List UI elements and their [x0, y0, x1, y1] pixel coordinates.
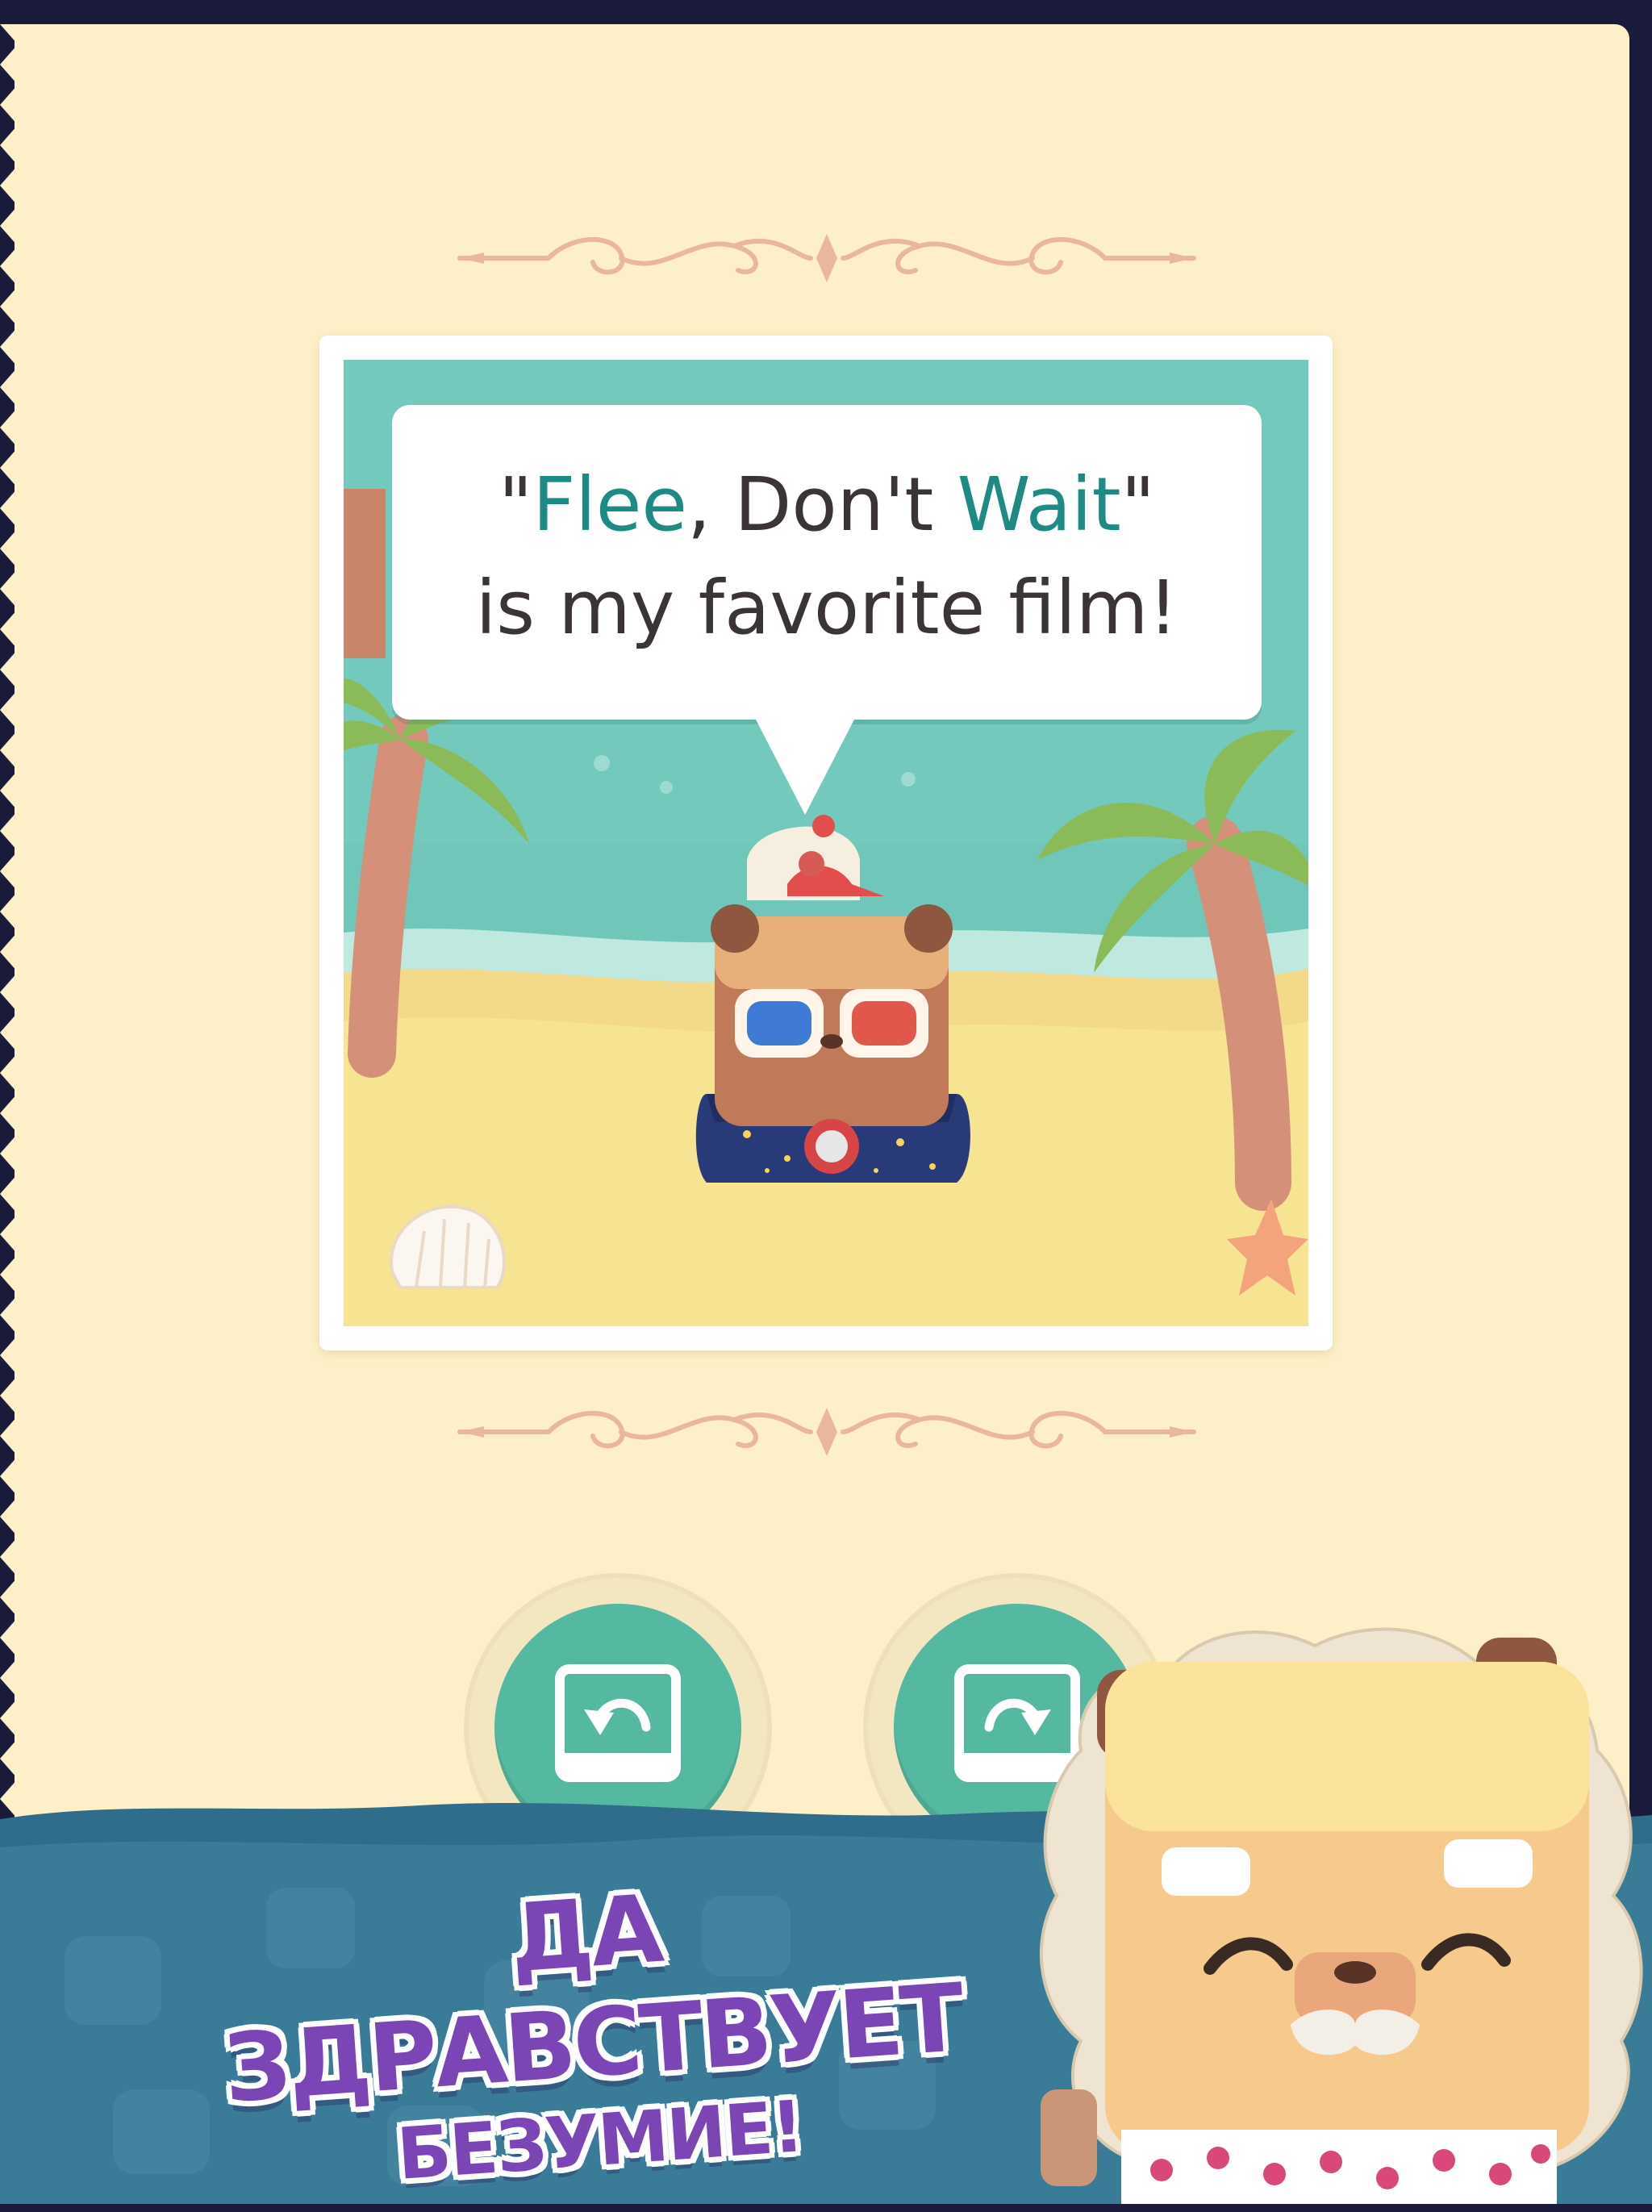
ornament-divider-top [457, 234, 1196, 282]
quote-close: " [1120, 461, 1155, 548]
speech-bubble: "Flee, Don't Wait" is my favorite film! [392, 405, 1262, 720]
mascot-character [1040, 1627, 1643, 2204]
film-title-word-flee: Flee [532, 461, 688, 548]
speech-bubble-text: "Flee, Don't Wait" is my favorite film! [392, 453, 1262, 660]
speech-line-2: is my favorite film! [475, 565, 1179, 651]
speech-bubble-tail [755, 718, 855, 815]
beach-scene-photo: "Flee, Don't Wait" is my favorite film! [344, 360, 1308, 1326]
rotate-left-icon [555, 1664, 681, 1782]
ornament-divider-bottom [457, 1408, 1196, 1456]
film-title-word-wait: Wait [957, 461, 1121, 548]
photo-frame: "Flee, Don't Wait" is my favorite film! [319, 336, 1333, 1350]
film-title-middle: , Don't [687, 461, 957, 548]
quote-open: " [499, 461, 533, 548]
